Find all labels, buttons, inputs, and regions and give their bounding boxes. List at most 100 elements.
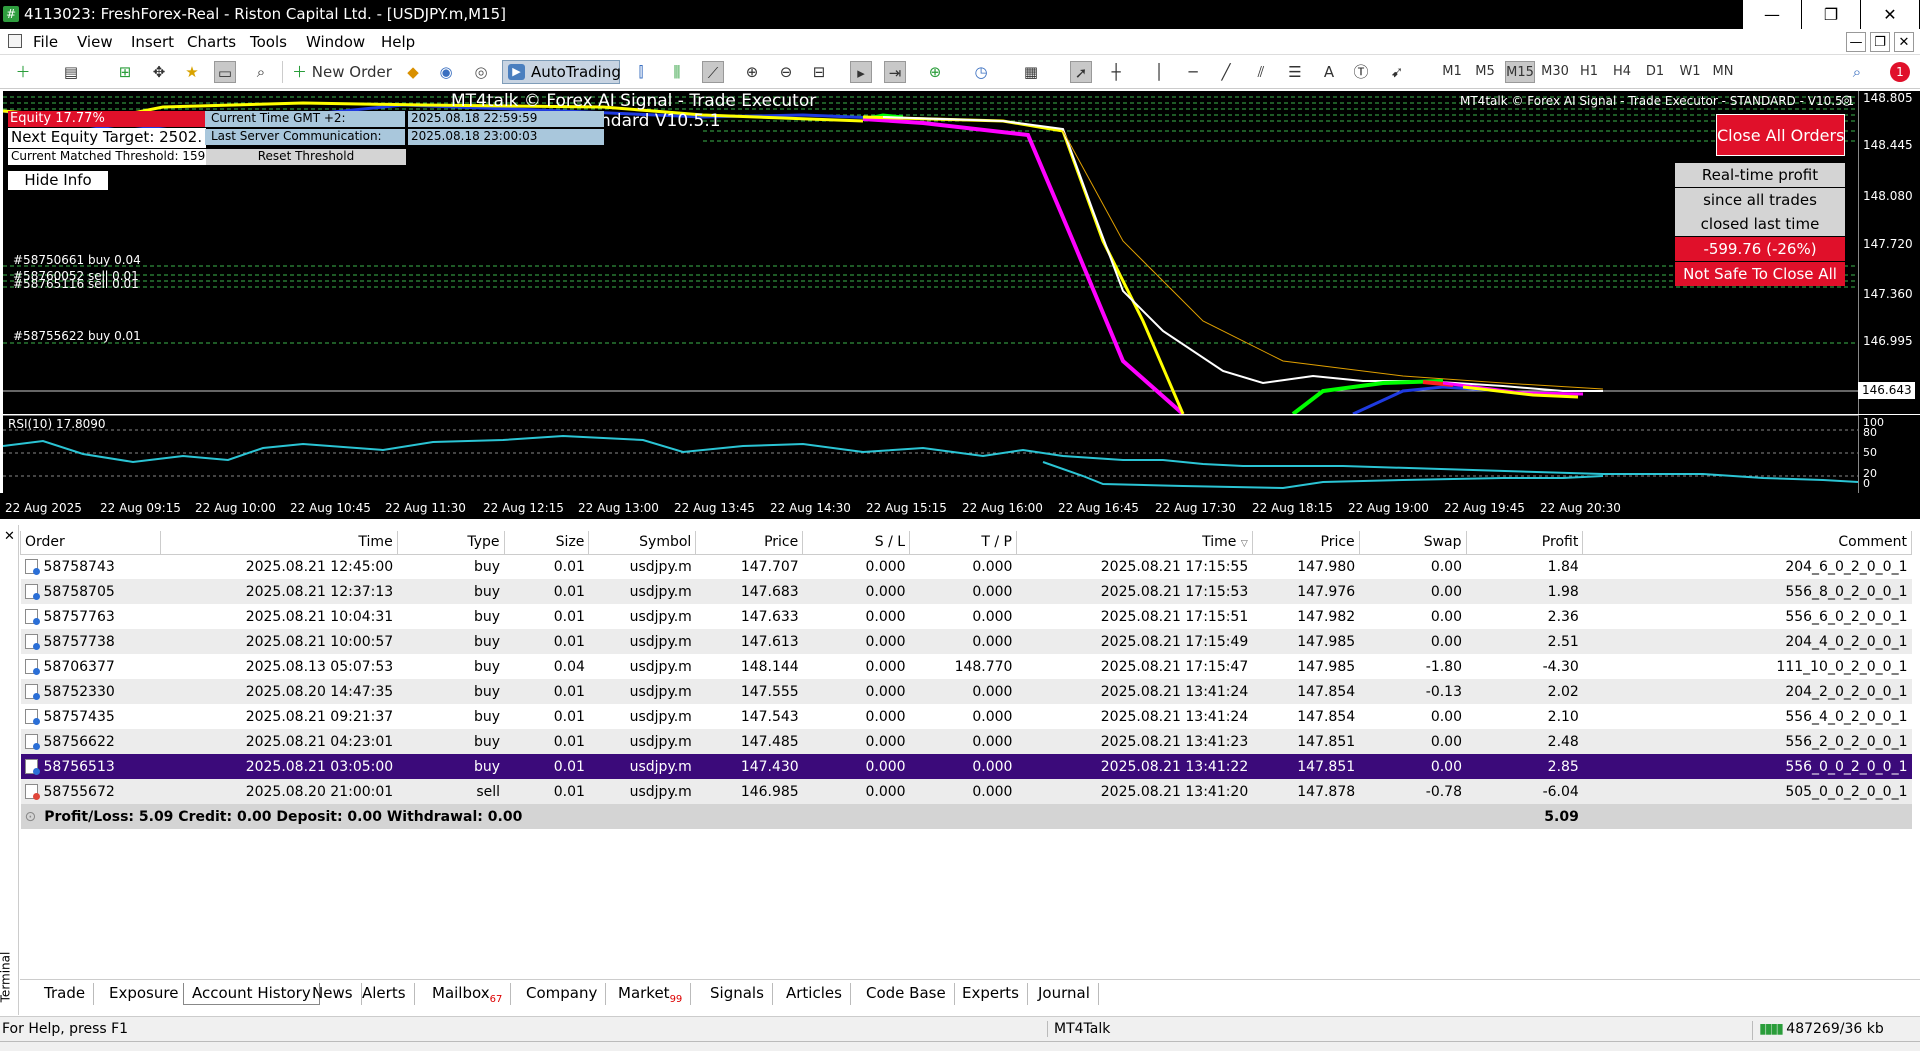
table-row[interactable]: 58706377 2025.08.13 05:07:53 buy 0.04 usdjpy… [21, 654, 1912, 679]
col-tp[interactable]: T / P [909, 531, 1017, 555]
table-row[interactable]: 58757738 2025.08.21 10:00:57 buy 0.01 usdjpy… [20, 629, 1912, 654]
terminal-icon[interactable]: ▭ [214, 61, 236, 83]
timeframe-m1[interactable]: M1 [1437, 61, 1467, 83]
chart-shift-icon[interactable]: ⇥ [884, 61, 906, 83]
vertical-line-icon[interactable]: │ [1148, 61, 1170, 83]
mdi-minimize-button[interactable]: — [1846, 32, 1866, 52]
restore-button[interactable]: ❐ [1802, 0, 1860, 29]
col-type[interactable]: Type [396, 531, 505, 555]
templates-icon[interactable]: ▦ [1020, 61, 1042, 83]
periods-icon[interactable]: ◷ [970, 61, 992, 83]
text-icon[interactable]: A [1318, 61, 1340, 83]
text-label-icon[interactable]: Ⓣ [1350, 61, 1372, 83]
bar-chart-icon[interactable]: ⫿ [630, 61, 652, 83]
price-chart[interactable]: MT4talk © Forex AI Signal - Trade Execut… [3, 91, 1858, 414]
search-icon[interactable]: ⌕ [1846, 61, 1868, 83]
menu-insert[interactable]: Insert [131, 33, 174, 51]
tab-trade[interactable]: Trade [36, 983, 95, 1005]
col-size[interactable]: Size [503, 531, 590, 555]
rsi-indicator[interactable]: RSI(10) 17.8090 [3, 415, 1858, 493]
table-row[interactable]: 58757435 2025.08.21 09:21:37 buy 0.01 usdjpy… [21, 704, 1912, 729]
trendline-icon[interactable]: ╱ [1215, 61, 1237, 83]
menu-view[interactable]: View [77, 33, 113, 51]
tab-company[interactable]: Company [518, 983, 607, 1005]
data-window-icon[interactable]: ★ [181, 61, 203, 83]
tab-code-base[interactable]: Code Base [858, 983, 955, 1005]
timeframe-w1[interactable]: W1 [1675, 61, 1705, 83]
col-comment[interactable]: Comment [1582, 531, 1912, 555]
line-chart-icon[interactable]: ⟋ [702, 61, 724, 83]
zoom-out-icon[interactable]: ⊖ [775, 61, 797, 83]
market-watch-icon[interactable]: ⊞ [114, 61, 136, 83]
timeframe-mn[interactable]: MN [1708, 61, 1738, 83]
navigator-icon[interactable]: ✥ [148, 61, 170, 83]
col-open-price[interactable]: Price [695, 531, 804, 555]
arrows-icon[interactable]: ➹ [1386, 61, 1408, 83]
close-button[interactable]: ✕ [1861, 0, 1919, 29]
notifications-badge[interactable]: 1 [1890, 62, 1910, 82]
candlestick-icon[interactable]: ⫼ [666, 61, 688, 83]
autotrading-button[interactable]: ▶ AutoTrading [502, 60, 621, 84]
mdi-restore-button[interactable]: ❐ [1870, 32, 1890, 52]
table-row[interactable]: 58756513 2025.08.21 03:05:00 buy 0.01 usdjpy… [20, 754, 1912, 779]
equidistant-channel-icon[interactable]: ⫽ [1250, 61, 1272, 83]
table-row[interactable]: 58758705 2025.08.21 12:37:13 buy 0.01 usdjpy… [20, 579, 1912, 604]
minimize-button[interactable]: — [1743, 0, 1801, 29]
col-profit[interactable]: Profit [1465, 531, 1584, 555]
tab-articles[interactable]: Articles [778, 983, 851, 1005]
tab-alerts[interactable]: Alerts [354, 983, 415, 1005]
menu-help[interactable]: Help [381, 33, 415, 51]
fibonacci-icon[interactable]: ☰ [1284, 61, 1306, 83]
col-close-price[interactable]: Price [1251, 531, 1360, 555]
timeframe-m30[interactable]: M30 [1540, 61, 1570, 83]
col-order[interactable]: Order [20, 531, 161, 555]
tab-experts[interactable]: Experts [954, 983, 1028, 1005]
auto-scroll-icon[interactable]: ▸ [850, 61, 872, 83]
indicators-icon[interactable]: ⊕ [924, 61, 946, 83]
close-all-orders-button[interactable]: Close All Orders [1716, 114, 1845, 156]
timeframe-m15[interactable]: M15 [1505, 61, 1535, 83]
table-row[interactable]: 58758743 2025.08.21 12:45:00 buy 0.01 usdjpy… [21, 554, 1912, 579]
table-row[interactable]: 58757763 2025.08.21 10:04:31 buy 0.01 usdjpy… [21, 604, 1912, 629]
horizontal-line-icon[interactable]: ─ [1182, 61, 1204, 83]
timeframe-h1[interactable]: H1 [1574, 61, 1604, 83]
menu-charts[interactable]: Charts [187, 33, 236, 51]
menu-file[interactable]: File [33, 33, 58, 51]
chart-settings-icon[interactable]: ◎ [1841, 93, 1852, 108]
table-row[interactable]: 58755672 2025.08.20 21:00:01 sell 0.01 usdjp… [20, 779, 1912, 804]
price-scale[interactable]: 148.805 148.445 148.080 147.720 147.360 … [1858, 91, 1920, 414]
tab-mailbox[interactable]: Mailbox67 [424, 983, 512, 1005]
tab-journal[interactable]: Journal [1030, 983, 1099, 1005]
signals-icon[interactable]: ◎ [470, 61, 492, 83]
close-terminal-icon[interactable]: ✕ [4, 529, 15, 544]
tab-market[interactable]: Market99 [610, 983, 692, 1005]
timeframe-m5[interactable]: M5 [1470, 61, 1500, 83]
users-icon[interactable]: ◉ [435, 61, 457, 83]
col-symbol[interactable]: Symbol [588, 531, 697, 555]
tab-exposure[interactable]: Exposure [101, 983, 188, 1005]
tab-account-history[interactable]: Account History [183, 983, 320, 1005]
cursor-icon[interactable]: ➚ [1070, 61, 1092, 83]
col-close-time[interactable]: Time ▽ [1015, 531, 1253, 555]
table-row[interactable]: 58756622 2025.08.21 04:23:01 buy 0.01 usdjpy… [20, 729, 1912, 754]
tab-signals[interactable]: Signals [702, 983, 773, 1005]
tab-news[interactable]: News [304, 983, 362, 1005]
new-order-button[interactable]: ＋ New Order [292, 61, 392, 83]
col-open-time[interactable]: Time [159, 531, 398, 555]
timeframe-h4[interactable]: H4 [1607, 61, 1637, 83]
mdi-close-button[interactable]: ✕ [1894, 32, 1914, 52]
table-row[interactable]: 58752330 2025.08.20 14:47:35 buy 0.01 usdjpy… [20, 679, 1912, 704]
hide-info-button[interactable]: Hide Info [8, 171, 108, 190]
col-swap[interactable]: Swap [1358, 531, 1467, 555]
menu-tools[interactable]: Tools [250, 33, 287, 51]
timeframe-d1[interactable]: D1 [1640, 61, 1670, 83]
menu-window[interactable]: Window [306, 33, 365, 51]
crosshair-icon[interactable]: ┼ [1105, 61, 1127, 83]
new-chart-icon[interactable]: ＋ [12, 61, 34, 83]
col-sl[interactable]: S / L [802, 531, 911, 555]
profiles-icon[interactable]: ▤ [60, 61, 82, 83]
zoom-in-icon[interactable]: ⊕ [741, 61, 763, 83]
tile-windows-icon[interactable]: ⊟ [808, 61, 830, 83]
time-scale[interactable]: 22 Aug 2025 22 Aug 09:15 22 Aug 10:00 22… [0, 493, 1920, 519]
document-icon[interactable] [8, 34, 22, 48]
